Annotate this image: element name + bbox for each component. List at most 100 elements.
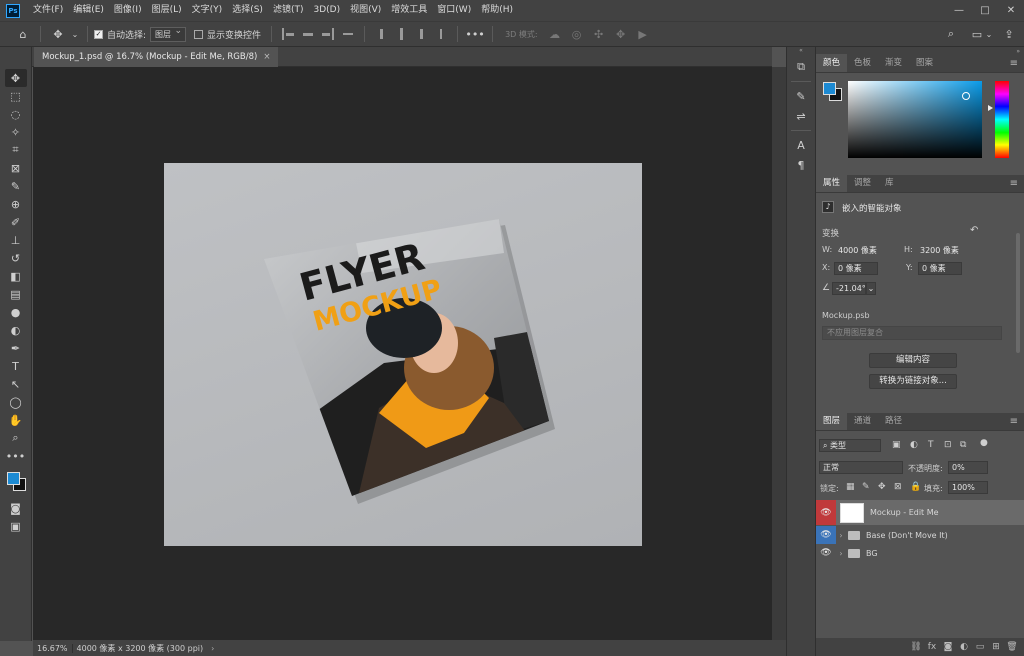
menu-select[interactable]: 选择(S)	[227, 0, 268, 21]
3d-roll-icon[interactable]: ◎	[568, 25, 586, 43]
dodge-tool-icon[interactable]: ◐	[5, 321, 27, 339]
menu-plugins[interactable]: 增效工具	[386, 0, 432, 21]
hand-tool-icon[interactable]: ✋	[5, 411, 27, 429]
3d-slide-icon[interactable]: ✥	[612, 25, 630, 43]
color-picker-handle[interactable]	[962, 92, 970, 100]
properties-scrollbar[interactable]	[1016, 233, 1020, 353]
edit-toolbar-icon[interactable]: •••	[5, 447, 27, 465]
delete-layer-icon[interactable]: 🗑	[1004, 642, 1020, 652]
menu-filter[interactable]: 滤镜(T)	[268, 0, 309, 21]
stamp-tool-icon[interactable]: ⊥	[5, 231, 27, 249]
tab-paths[interactable]: 路径	[878, 412, 909, 430]
adjustments-panel-icon[interactable]: ⇌	[789, 106, 813, 126]
3d-drag-icon[interactable]: ✣	[590, 25, 608, 43]
align-vcenter-icon[interactable]	[394, 27, 408, 41]
tab-properties[interactable]: 属性	[816, 174, 848, 192]
layer-style-icon[interactable]: fx	[924, 642, 940, 652]
quick-mask-icon[interactable]: ◙	[5, 499, 27, 517]
angle-dropdown[interactable]: ⌄	[866, 282, 876, 295]
opacity-input[interactable]: 0%	[948, 461, 988, 474]
align-hcenter-icon[interactable]	[301, 27, 315, 41]
crop-tool-icon[interactable]: ⌗	[5, 141, 27, 159]
new-group-icon[interactable]: ▭	[972, 642, 988, 652]
blend-mode-dropdown[interactable]: 正常	[819, 461, 903, 474]
lock-artboard-icon[interactable]: ⊠	[894, 482, 902, 492]
menu-help[interactable]: 帮助(H)	[476, 0, 518, 21]
align-top-icon[interactable]	[374, 27, 388, 41]
paragraph-panel-icon[interactable]: ¶	[789, 155, 813, 175]
tab-color[interactable]: 颜色	[816, 54, 848, 72]
close-window-button[interactable]: ✕	[998, 0, 1024, 21]
menu-image[interactable]: 图像(I)	[109, 0, 147, 21]
chevron-right-icon[interactable]: ›	[836, 549, 846, 558]
panel-menu-icon[interactable]: ≡	[1010, 416, 1018, 427]
distribute-vertical-icon[interactable]	[434, 27, 448, 41]
angle-input[interactable]: -21.04°	[832, 282, 866, 295]
minimize-button[interactable]: —	[946, 0, 972, 21]
align-bottom-icon[interactable]	[414, 27, 428, 41]
new-layer-icon[interactable]: ⊞	[988, 642, 1004, 652]
healing-brush-tool-icon[interactable]: ⊕	[5, 195, 27, 213]
lock-transparent-icon[interactable]: ▦	[846, 482, 855, 492]
document-canvas[interactable]: FLYER MOCKUP	[164, 163, 642, 546]
tab-adjustments[interactable]: 调整	[847, 174, 878, 192]
menu-layer[interactable]: 图层(L)	[147, 0, 187, 21]
layer-comp-dropdown[interactable]: 不应用图层复合	[822, 326, 1002, 340]
menu-3d[interactable]: 3D(D)	[308, 0, 345, 21]
edit-contents-button[interactable]: 编辑内容	[869, 353, 957, 368]
width-value[interactable]: 4000 像素	[838, 245, 877, 256]
chevron-down-icon[interactable]: ⌄	[980, 25, 998, 43]
filter-type-icon[interactable]: T	[928, 440, 934, 450]
close-tab-icon[interactable]: ×	[263, 47, 270, 67]
zoom-level[interactable]: 16.67%	[33, 643, 73, 653]
chevron-down-icon[interactable]: ⌄	[71, 25, 79, 43]
toolbar-collapse[interactable]	[0, 47, 32, 67]
eyedropper-tool-icon[interactable]: ✎	[5, 177, 27, 195]
status-menu-arrow[interactable]: ›	[211, 644, 214, 653]
screen-mode-icon[interactable]: ▣	[5, 517, 27, 535]
y-input[interactable]: 0 像素	[918, 262, 962, 275]
canvas-area[interactable]: FLYER MOCKUP	[33, 67, 772, 640]
filter-smart-object-icon[interactable]: ⧉	[960, 440, 966, 450]
visibility-eye-icon[interactable]: 👁	[816, 544, 836, 562]
move-tool-icon[interactable]: ✥	[49, 25, 67, 43]
menu-edit[interactable]: 编辑(E)	[68, 0, 109, 21]
marquee-tool-icon[interactable]: ⬚	[5, 87, 27, 105]
tab-libraries[interactable]: 库	[878, 174, 901, 192]
frame-tool-icon[interactable]: ⊠	[5, 159, 27, 177]
home-icon[interactable]: ⌂	[14, 25, 32, 43]
lock-image-icon[interactable]: ✎	[862, 482, 870, 492]
x-input[interactable]: 0 像素	[834, 262, 878, 275]
panel-menu-icon[interactable]: ≡	[1010, 178, 1018, 189]
align-left-icon[interactable]	[281, 27, 295, 41]
layer-row[interactable]: 👁 › BG	[816, 544, 1024, 562]
document-tab[interactable]: Mockup_1.psd @ 16.7% (Mockup - Edit Me, …	[34, 47, 279, 67]
filter-pixel-icon[interactable]: ▣	[892, 440, 901, 450]
path-selection-tool-icon[interactable]: ↖	[5, 375, 27, 393]
chevron-right-icon[interactable]: ›	[836, 531, 846, 540]
fill-input[interactable]: 100%	[948, 481, 988, 494]
distribute-horizontal-icon[interactable]	[341, 27, 355, 41]
auto-select-target-dropdown[interactable]: 图层	[150, 26, 187, 42]
move-tool-icon[interactable]: ✥	[4, 69, 27, 87]
foreground-color-swatch[interactable]	[6, 472, 20, 485]
character-panel-icon[interactable]: A	[789, 135, 813, 155]
layer-filter-dropdown[interactable]: ⌕ 类型	[819, 439, 881, 452]
foreground-color-swatch[interactable]	[823, 82, 836, 95]
shape-tool-icon[interactable]: ◯	[5, 393, 27, 411]
search-icon[interactable]: ⌕	[942, 25, 960, 43]
tab-layers[interactable]: 图层	[816, 412, 848, 430]
convert-to-linked-button[interactable]: 转换为链接对象...	[869, 374, 957, 389]
hue-slider-pointer[interactable]	[988, 105, 993, 111]
canvas-vertical-scrollbar[interactable]	[772, 67, 786, 640]
3d-orbit-icon[interactable]: ☁	[546, 25, 564, 43]
menu-type[interactable]: 文字(Y)	[187, 0, 228, 21]
hue-slider[interactable]	[995, 81, 1009, 158]
share-icon[interactable]: ⇪	[1000, 25, 1018, 43]
align-right-icon[interactable]	[321, 27, 335, 41]
layer-row[interactable]: 👁 Mockup - Edit Me	[816, 500, 1024, 525]
auto-select-checkbox[interactable]: ✓	[94, 29, 103, 39]
menu-view[interactable]: 视图(V)	[345, 0, 386, 21]
tab-gradients[interactable]: 渐变	[878, 54, 909, 72]
panel-menu-icon[interactable]: ≡	[1010, 58, 1018, 69]
